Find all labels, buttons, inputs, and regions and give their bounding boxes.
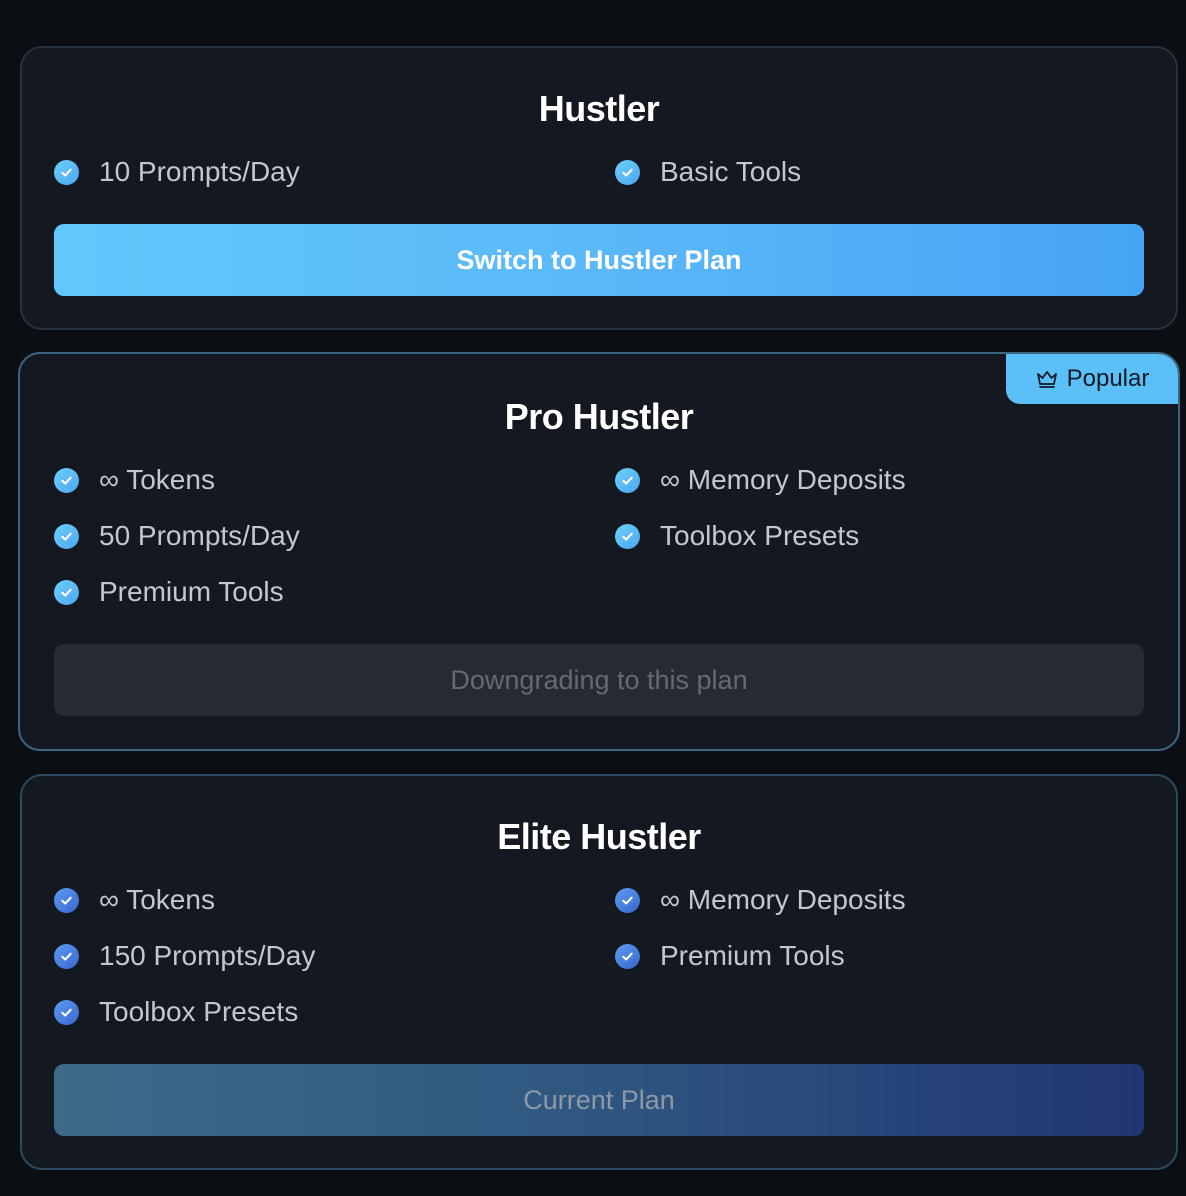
check-circle-icon [615, 943, 640, 969]
plans-page: Hustler 10 Prompts/Day Basic Tools Switc… [0, 0, 1186, 1196]
feature-item: ∞ Memory Deposits [615, 882, 1144, 918]
feature-label: 150 Prompts/Day [99, 940, 316, 971]
check-circle-icon [54, 523, 79, 549]
crown-icon [1036, 371, 1057, 388]
feature-list: ∞ Tokens ∞ Memory Deposits 50 Prompts/Da… [54, 462, 1144, 610]
check-circle-icon [54, 467, 79, 493]
check-circle-icon [54, 999, 79, 1025]
feature-label: Premium Tools [660, 940, 845, 971]
current-plan-button[interactable]: Current Plan [54, 1064, 1144, 1136]
check-circle-icon [54, 579, 79, 605]
feature-item: Basic Tools [615, 154, 1144, 190]
badge-label: Popular [1066, 365, 1150, 392]
feature-label: Premium Tools [99, 576, 284, 607]
feature-item: Premium Tools [54, 574, 615, 610]
feature-label: 10 Prompts/Day [99, 156, 300, 187]
feature-item: 50 Prompts/Day [54, 518, 615, 554]
check-circle-icon [615, 523, 640, 549]
plan-title: Hustler [538, 88, 660, 129]
feature-item: 150 Prompts/Day [54, 938, 615, 974]
downgrade-plan-button[interactable]: Downgrading to this plan [54, 644, 1144, 716]
feature-label: ∞ Memory Deposits [660, 464, 906, 495]
check-circle-icon [615, 887, 640, 913]
feature-label: ∞ Memory Deposits [660, 884, 906, 915]
feature-label: Basic Tools [660, 156, 802, 187]
feature-label: 50 Prompts/Day [99, 520, 300, 551]
feature-item: ∞ Tokens [54, 882, 615, 918]
plan-title: Elite Hustler [497, 816, 701, 857]
plan-card-hustler: Hustler 10 Prompts/Day Basic Tools Switc… [20, 46, 1178, 330]
feature-label: ∞ Tokens [99, 884, 215, 915]
feature-label: Toolbox Presets [99, 996, 299, 1027]
plan-card-pro-hustler: Popular Pro Hustler ∞ Tokens ∞ Memory De… [18, 352, 1180, 751]
feature-list: ∞ Tokens ∞ Memory Deposits 150 Prompts/D… [54, 882, 1144, 1030]
feature-item: Premium Tools [615, 938, 1144, 974]
check-circle-icon [615, 467, 640, 493]
feature-label: ∞ Tokens [99, 464, 215, 495]
check-circle-icon [54, 943, 79, 969]
feature-label: Toolbox Presets [660, 520, 860, 551]
check-circle-icon [54, 887, 79, 913]
feature-item: ∞ Tokens [54, 462, 615, 498]
feature-item: 10 Prompts/Day [54, 154, 615, 190]
plan-card-elite-hustler: Elite Hustler ∞ Tokens ∞ Memory Deposits… [20, 774, 1178, 1170]
plan-title: Pro Hustler [504, 396, 694, 437]
feature-item: Toolbox Presets [54, 994, 615, 1030]
switch-plan-button[interactable]: Switch to Hustler Plan [54, 224, 1144, 296]
feature-item: Toolbox Presets [615, 518, 1144, 554]
check-circle-icon [615, 159, 640, 185]
check-circle-icon [54, 159, 79, 185]
feature-item: ∞ Memory Deposits [615, 462, 1144, 498]
feature-list: 10 Prompts/Day Basic Tools [54, 154, 1144, 190]
